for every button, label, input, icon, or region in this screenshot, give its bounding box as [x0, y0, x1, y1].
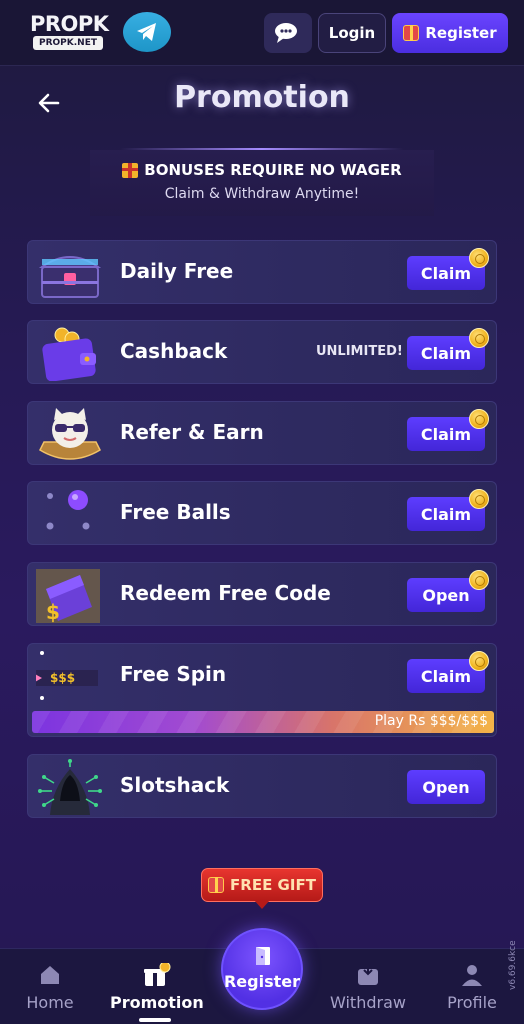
coin-icon: [469, 489, 489, 509]
home-icon: [38, 963, 62, 987]
no-wager-notice: BONUSES REQUIRE NO WAGER Claim & Withdra…: [90, 150, 434, 216]
open-button[interactable]: Open: [407, 770, 485, 804]
free-gift-label: FREE GIFT: [230, 876, 316, 894]
nav-promotion[interactable]: Promotion: [110, 949, 204, 1024]
register-button-label: Register: [425, 24, 497, 42]
plinko-ball-icon: [36, 486, 104, 542]
free-gift-pointer: [254, 900, 270, 909]
ticket-icon: $: [34, 567, 104, 625]
gift-icon: [143, 961, 171, 987]
coin-icon: [469, 651, 489, 671]
hacker-icon: [36, 759, 104, 815]
gift-icon: [122, 162, 139, 178]
profile-icon: [460, 963, 484, 987]
gift-icon: [208, 877, 225, 893]
telegram-icon[interactable]: [123, 12, 171, 52]
active-tab-indicator: [139, 1018, 171, 1022]
promo-title: Free Balls: [120, 500, 231, 524]
wallet-icon: [36, 325, 104, 382]
logo-sub-text: PROPK.NET: [33, 36, 103, 50]
promo-title: Cashback: [120, 339, 228, 363]
page-title: Promotion: [174, 80, 350, 115]
promo-card-cashback[interactable]: Cashback UNLIMITED! Claim: [27, 320, 497, 384]
center-register-label: Register: [223, 972, 301, 991]
promo-title: Refer & Earn: [120, 420, 264, 444]
promo-title: Free Spin: [120, 662, 227, 686]
notice-subline: Claim & Withdraw Anytime!: [164, 186, 360, 202]
unlimited-badge: UNLIMITED!: [316, 344, 403, 359]
login-button[interactable]: Login: [318, 13, 386, 53]
coin-icon: [469, 328, 489, 348]
coin-icon: [469, 248, 489, 268]
free-gift-button[interactable]: FREE GIFT: [201, 868, 323, 902]
nav-label: Promotion: [110, 993, 204, 1012]
coin-icon: [469, 570, 489, 590]
register-button[interactable]: Register: [392, 13, 508, 53]
promo-title: Daily Free: [120, 259, 234, 283]
nav-withdraw[interactable]: Withdraw: [323, 949, 413, 1024]
promo-card-redeem-code[interactable]: $ Redeem Free Code Open: [27, 562, 497, 626]
nav-home[interactable]: Home: [5, 949, 95, 1024]
promo-card-slotshack[interactable]: Slotshack Open: [27, 754, 497, 818]
site-logo[interactable]: PROPK PROPK.NET: [30, 12, 109, 52]
chat-icon[interactable]: [264, 13, 312, 53]
lucky-cat-icon: [36, 406, 104, 462]
promo-card-free-spin[interactable]: $$$ Free Spin Claim Play Rs $$$/$$$: [27, 643, 497, 737]
title-divider: [120, 148, 404, 150]
spin-progress-bar: Play Rs $$$/$$$: [32, 711, 494, 733]
promo-card-free-balls[interactable]: Free Balls Claim: [27, 481, 497, 545]
notice-headline: BONUSES REQUIRE NO WAGER: [144, 161, 402, 179]
promo-title: Slotshack: [120, 773, 230, 797]
version-label: v6.69.6kce: [508, 940, 518, 990]
door-icon: [254, 946, 272, 966]
spin-amount-label: $$$: [50, 671, 76, 685]
nav-label: Profile: [447, 993, 497, 1012]
promo-title: Redeem Free Code: [120, 581, 331, 605]
nav-label: Withdraw: [330, 993, 406, 1012]
progress-text: Play Rs $$$/$$$: [374, 713, 488, 729]
coin-icon: [469, 409, 489, 429]
promo-card-daily-free[interactable]: Daily Free Claim: [27, 240, 497, 304]
treasure-chest-icon: [36, 245, 104, 301]
promotion-page: PROPK PROPK.NET Login Register Promotion…: [0, 0, 524, 1024]
logo-main-text: PROPK: [30, 12, 109, 36]
nav-label: Home: [26, 993, 74, 1012]
top-header: PROPK PROPK.NET Login Register: [0, 0, 524, 66]
nav-profile[interactable]: Profile: [427, 949, 517, 1024]
promo-card-refer-earn[interactable]: Refer & Earn Claim: [27, 401, 497, 465]
center-register-button[interactable]: Register: [221, 928, 303, 1010]
withdraw-icon: [356, 963, 380, 987]
gift-icon: [403, 25, 420, 41]
svg-text:$: $: [46, 600, 60, 623]
spin-pointer-icon: $$$: [28, 648, 104, 704]
